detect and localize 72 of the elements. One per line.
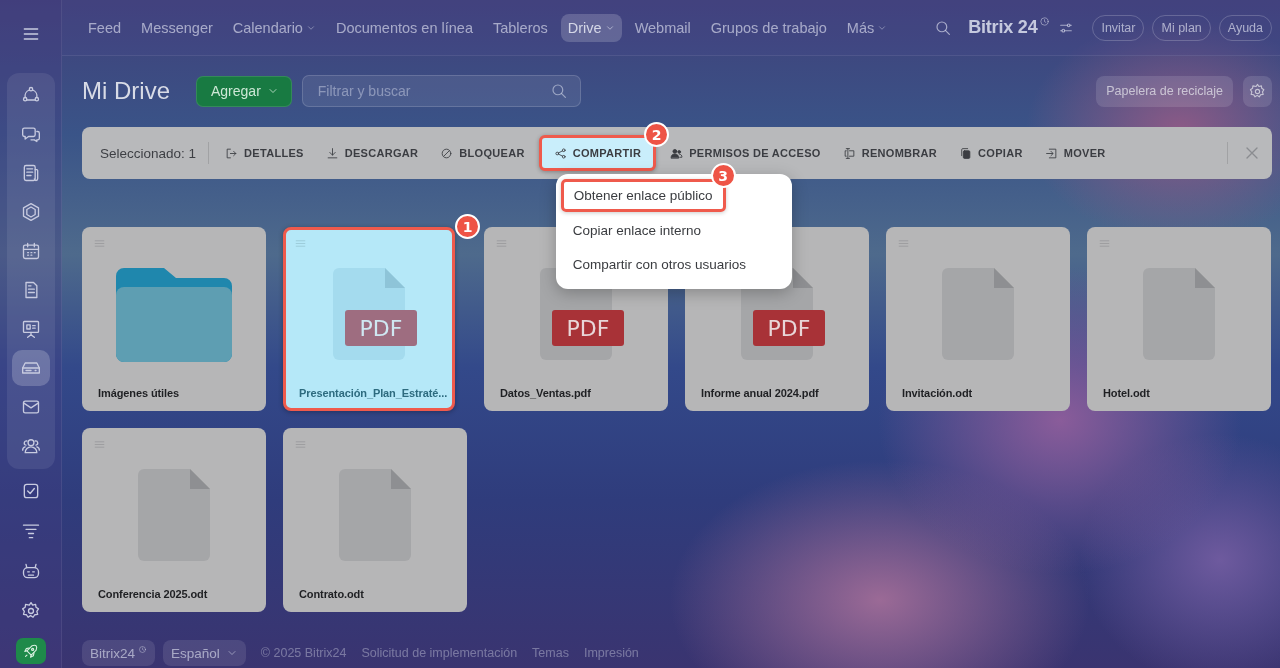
search-icon xyxy=(549,82,568,100)
toolbar-button[interactable]: RENOMBRAR xyxy=(834,135,946,171)
nav-tab[interactable]: Webmail xyxy=(627,13,698,42)
clock-icon xyxy=(1039,16,1051,27)
drag-handle-icon xyxy=(93,438,106,451)
toolbar-button[interactable]: COPIAR xyxy=(951,135,1031,171)
file-card[interactable]: Imágenes útiles xyxy=(82,227,266,411)
language-button[interactable]: Español xyxy=(163,640,246,666)
brand-button[interactable]: Bitrix24 xyxy=(82,640,155,666)
settings-icon xyxy=(1249,82,1266,100)
nav-tab[interactable]: Grupos de trabajo xyxy=(703,13,834,42)
prohibited-icon xyxy=(440,146,454,160)
add-button[interactable]: Agregar xyxy=(196,75,292,107)
copyright-text: © 2025 Bitrix24 xyxy=(260,646,347,660)
presentation-icon xyxy=(20,319,41,339)
footer-link[interactable]: Impresión xyxy=(583,646,639,660)
exit-arrow-icon xyxy=(225,146,239,160)
toolbar-button[interactable]: MOVER xyxy=(1036,135,1114,171)
footer-link[interactable]: Temas xyxy=(532,646,569,660)
hexagon-icon xyxy=(20,202,41,222)
rocket-icon xyxy=(22,642,39,660)
folder-icon xyxy=(116,268,232,362)
move-icon xyxy=(1044,146,1058,160)
drag-handle-icon xyxy=(897,237,910,250)
page-title: Mi Drive xyxy=(82,77,170,105)
search-icon xyxy=(934,18,953,37)
file-card[interactable]: Invitación.odt xyxy=(886,227,1070,411)
file-name: Informe anual 2024.pdf xyxy=(701,387,819,399)
nav-tab[interactable]: Más xyxy=(839,13,895,42)
file-name: Hotel.odt xyxy=(1103,387,1150,399)
file-name: Invitación.odt xyxy=(902,387,973,399)
file-card[interactable]: Conferencia 2025.odt xyxy=(82,428,266,612)
drag-handle-icon xyxy=(93,237,106,250)
recycle-bin-button[interactable]: Papelera de reciclaje xyxy=(1096,75,1233,107)
nav-tab[interactable]: Messenger xyxy=(134,13,220,42)
nav-tab[interactable]: Feed xyxy=(81,13,129,42)
logo: Bitrix 24 xyxy=(968,17,1038,38)
settings-icon xyxy=(20,601,41,621)
launch-button[interactable] xyxy=(15,638,46,664)
robot-icon xyxy=(20,561,41,581)
file-name: Datos_Ventas.pdf xyxy=(500,387,591,399)
file-name: Imágenes útiles xyxy=(98,387,180,399)
nav-tab[interactable]: Documentos en línea xyxy=(328,13,480,42)
nav-tab[interactable]: Tableros xyxy=(485,13,555,42)
download-icon xyxy=(325,146,339,160)
people-icon xyxy=(20,436,41,456)
file-name: Presentación_Plan_Estraté... xyxy=(299,387,448,399)
settings-button[interactable] xyxy=(1243,75,1272,107)
file-card[interactable]: PDF Presentación_Plan_Estraté... xyxy=(283,227,455,411)
share-icon xyxy=(553,146,567,160)
file-name: Conferencia 2025.odt xyxy=(98,588,208,600)
toolbar-button[interactable]: DETALLES xyxy=(217,135,312,171)
copy-icon xyxy=(959,146,973,160)
toolbar-button[interactable]: BLOQUEAR xyxy=(432,135,533,171)
file-card[interactable]: Hotel.odt xyxy=(1087,227,1271,411)
drag-handle-icon xyxy=(294,237,307,250)
step-badge: 3 xyxy=(710,163,736,188)
rename-icon xyxy=(842,146,856,160)
nav-tab[interactable]: Calendario xyxy=(225,13,323,42)
drag-handle-icon xyxy=(495,237,508,250)
sidebar-button[interactable] xyxy=(11,350,50,386)
nav-tab[interactable]: Drive xyxy=(560,13,622,42)
calendar-icon xyxy=(20,241,41,261)
toolbar-button[interactable]: DESCARGAR xyxy=(317,135,427,171)
people-icon xyxy=(670,146,684,160)
drag-handle-icon xyxy=(294,438,307,451)
file-name: Contrato.odt xyxy=(299,588,364,600)
drag-handle-icon xyxy=(1098,237,1111,250)
footer-link[interactable]: Solicitud de implementación xyxy=(361,646,518,660)
clock-icon xyxy=(138,644,147,654)
selection-count: Seleccionado: 1 xyxy=(100,145,197,161)
file-card[interactable]: Contrato.odt xyxy=(283,428,467,612)
